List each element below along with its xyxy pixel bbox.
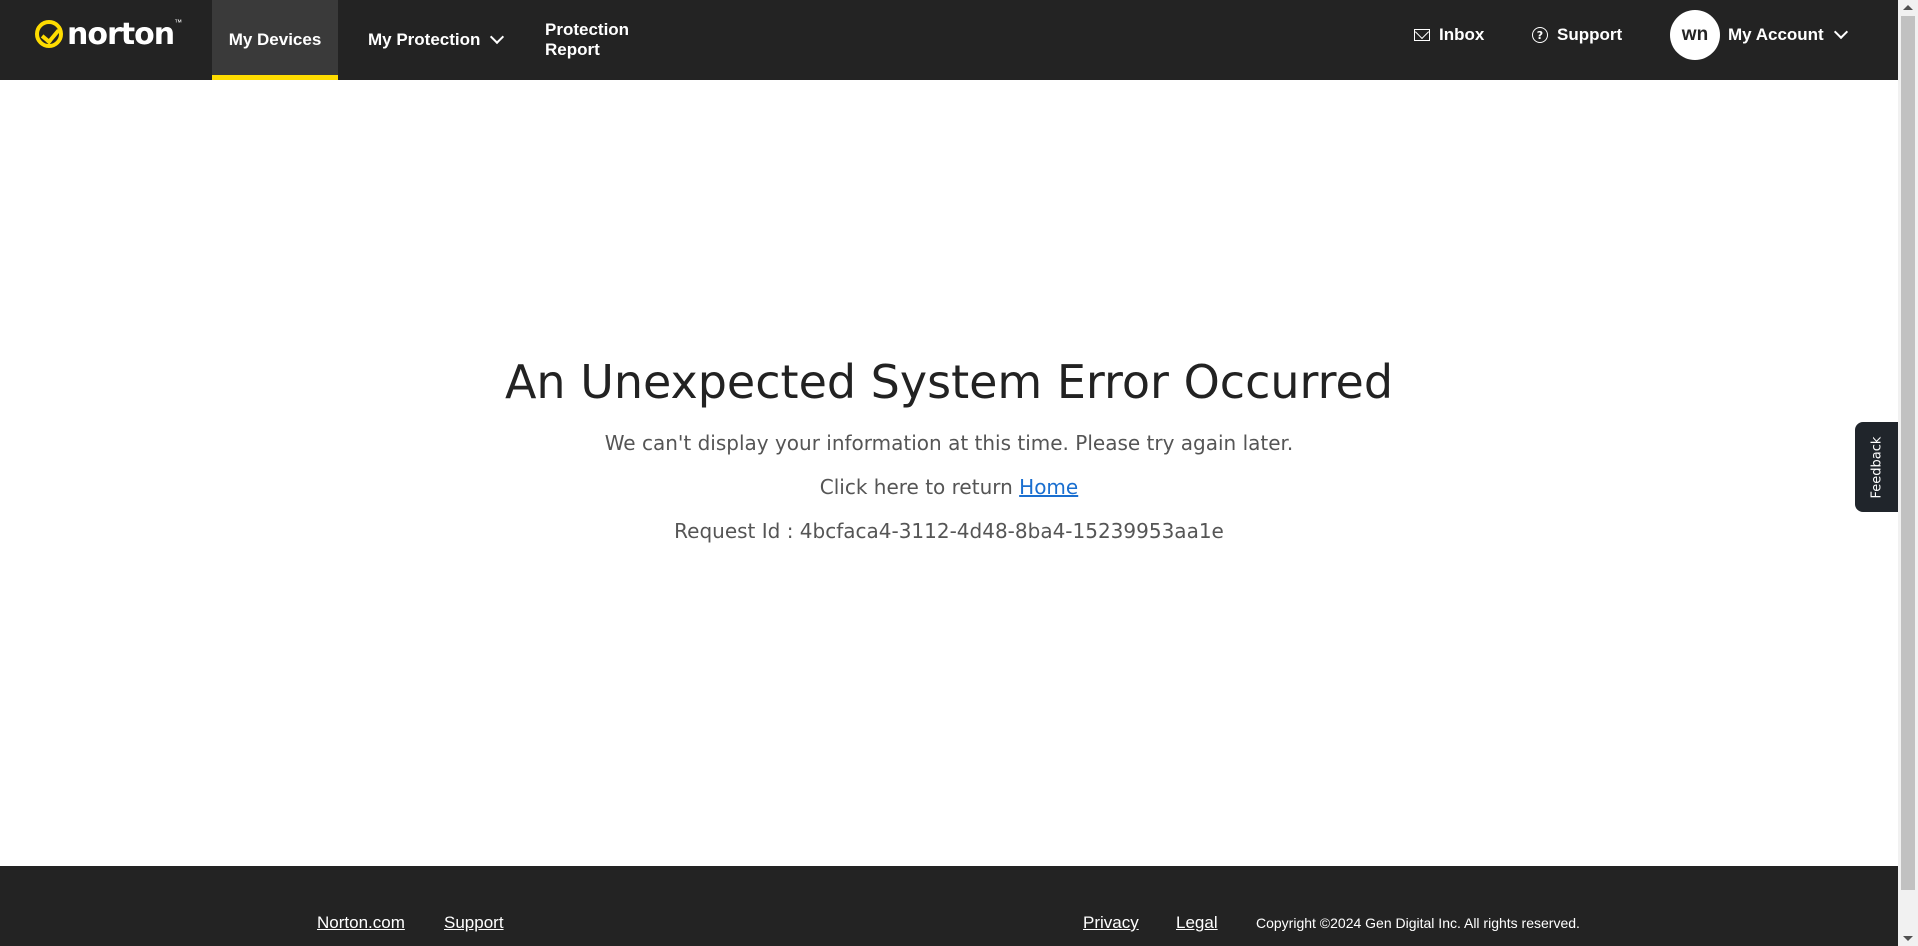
home-link[interactable]: Home xyxy=(1019,475,1078,499)
support-label: Support xyxy=(1557,25,1623,44)
scroll-up-arrow-icon[interactable] xyxy=(1903,5,1913,10)
logo-trademark: ™ xyxy=(174,18,183,27)
footer: Norton.com Support Privacy Legal Copyrig… xyxy=(0,866,1898,946)
nav-protection-report-label: Protection Report xyxy=(545,20,630,59)
feedback-tab[interactable]: Feedback xyxy=(1855,422,1898,512)
avatar: wn xyxy=(1670,10,1720,60)
footer-norton-com-link[interactable]: Norton.com xyxy=(317,913,405,933)
request-id: Request Id : 4bcfaca4-3112-4d48-8ba4-152… xyxy=(674,519,1224,543)
page: norton ™ My Devices My Protection Protec… xyxy=(0,0,1918,946)
vertical-scrollbar[interactable] xyxy=(1898,0,1918,946)
return-home-prefix: Click here to return xyxy=(819,475,1020,499)
nav-my-devices-label: My Devices xyxy=(228,30,322,49)
chevron-down-icon xyxy=(1833,24,1848,40)
footer-support-link[interactable]: Support xyxy=(444,913,504,933)
inbox-link[interactable]: Inbox xyxy=(1414,0,1484,70)
norton-check-icon xyxy=(35,20,63,48)
help-icon: ? xyxy=(1532,27,1548,43)
mail-icon xyxy=(1414,29,1430,41)
chevron-down-icon xyxy=(490,29,505,45)
nav-protection-report[interactable]: Protection Report xyxy=(545,0,685,80)
scroll-down-arrow-icon[interactable] xyxy=(1903,936,1913,941)
support-link[interactable]: ? Support xyxy=(1532,0,1622,70)
return-home-line: Click here to return Home xyxy=(0,475,1898,499)
error-message: We can't display your information at thi… xyxy=(604,431,1294,455)
copyright-text: Copyright ©2024 Gen Digital Inc. All rig… xyxy=(1256,915,1580,931)
scroll-thumb[interactable] xyxy=(1901,16,1915,890)
my-account-menu[interactable]: wn My Account xyxy=(1670,0,1848,70)
error-title: An Unexpected System Error Occurred xyxy=(504,355,1394,409)
feedback-label: Feedback xyxy=(1869,436,1885,498)
footer-privacy-link[interactable]: Privacy xyxy=(1083,913,1139,933)
norton-logo[interactable]: norton ™ xyxy=(35,14,182,54)
nav-my-protection[interactable]: My Protection xyxy=(368,0,538,80)
my-account-label: My Account xyxy=(1728,25,1824,44)
nav-my-protection-label: My Protection xyxy=(368,30,481,49)
inbox-label: Inbox xyxy=(1439,25,1485,44)
logo-text: norton xyxy=(67,16,175,52)
top-navigation-bar: norton ™ My Devices My Protection Protec… xyxy=(0,0,1898,80)
nav-my-devices[interactable]: My Devices xyxy=(212,0,338,80)
footer-legal-link[interactable]: Legal xyxy=(1176,913,1218,933)
